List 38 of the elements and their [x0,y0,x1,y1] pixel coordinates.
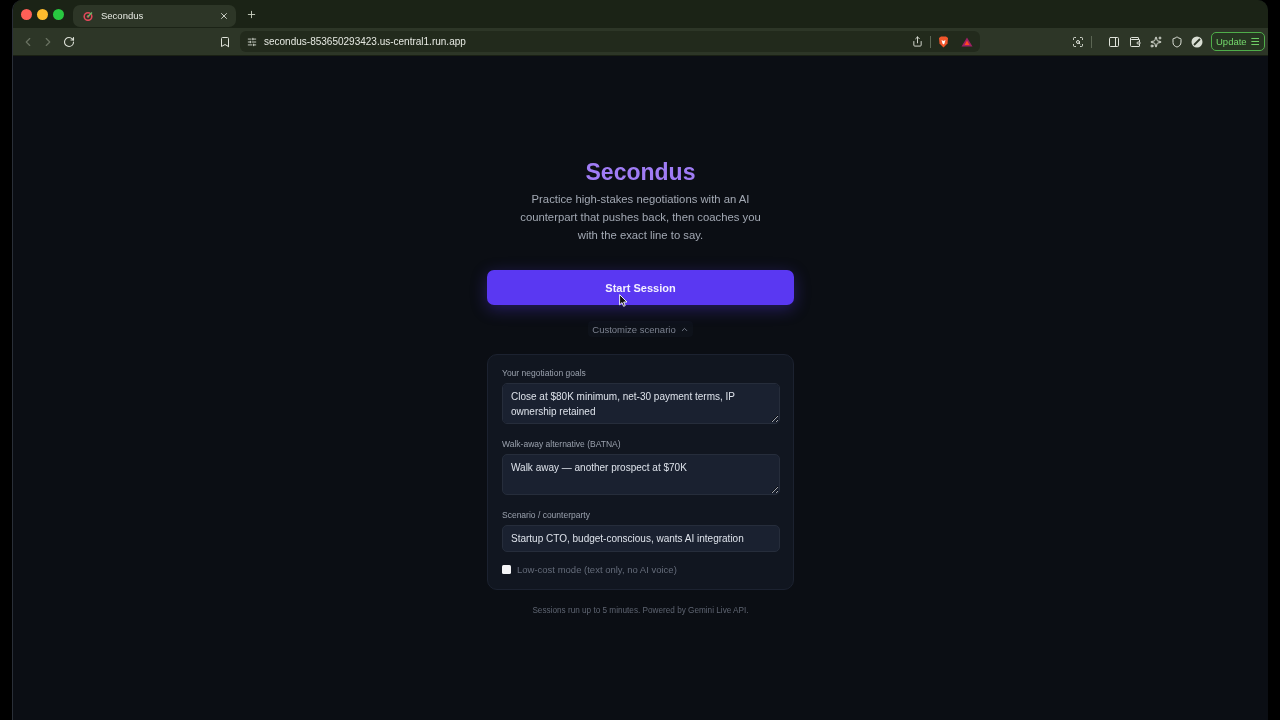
field-label: Walk-away alternative (BATNA) [502,438,622,450]
menu-icon [1249,36,1260,47]
address-bar[interactable]: secondus-853650293423.us-central1.run.app [240,31,980,52]
customize-scenario-button[interactable]: Customize scenario [588,321,693,337]
checkbox-label: Low-cost mode (text only, no AI voice) [517,564,677,575]
shield-icon[interactable] [1171,35,1183,48]
text-area[interactable]: Walk away — another prospect at $70K [502,454,780,495]
browser-tab[interactable]: Secondus [73,4,236,27]
sidebar-icon[interactable] [1108,35,1120,48]
slash-icon[interactable] [1191,35,1203,48]
share-icon[interactable] [912,36,923,47]
new-tab-icon[interactable] [246,8,257,20]
app-title: Secondus [585,158,696,187]
field-label: Scenario / counterparty [502,509,591,521]
site-settings-icon[interactable] [247,36,257,47]
close-icon[interactable] [219,10,229,21]
sparkle-icon[interactable] [1150,35,1162,48]
input-field[interactable]: Startup CTO, budget-conscious, wants AI integration [502,525,780,552]
footer-note: Sessions run up to 5 minutes. Powered by Gemini Live API. [532,606,749,615]
checkbox[interactable] [502,565,511,574]
field-label: Your negotiation goals [502,367,587,379]
tab-title: Secondus [101,10,145,21]
wallet-icon[interactable] [1129,35,1141,48]
reload-icon[interactable] [63,35,75,48]
triangle-icon[interactable] [961,36,973,47]
target-icon [83,10,93,21]
scan-search-icon[interactable] [1072,35,1084,48]
update-button[interactable]: Update [1211,32,1265,51]
close-window-button[interactable] [21,8,32,20]
cursor-icon [619,294,628,307]
shield-badge-icon[interactable] [938,35,949,48]
bookmark-icon[interactable] [219,35,231,48]
minimize-window-button[interactable] [37,8,48,20]
url-text: secondus-853650293423.us-central1.run.app [264,36,467,47]
start-session-button[interactable]: Start Session [487,270,794,305]
text-area[interactable]: Close at $80K minimum, net-30 payment terms, IP ownership retained [502,383,780,424]
maximize-window-button[interactable] [53,8,64,20]
tagline: Practice high-stakes negotiations with an AI counterpart that pushes back, then coaches you with the exact line to say. [519,192,762,243]
